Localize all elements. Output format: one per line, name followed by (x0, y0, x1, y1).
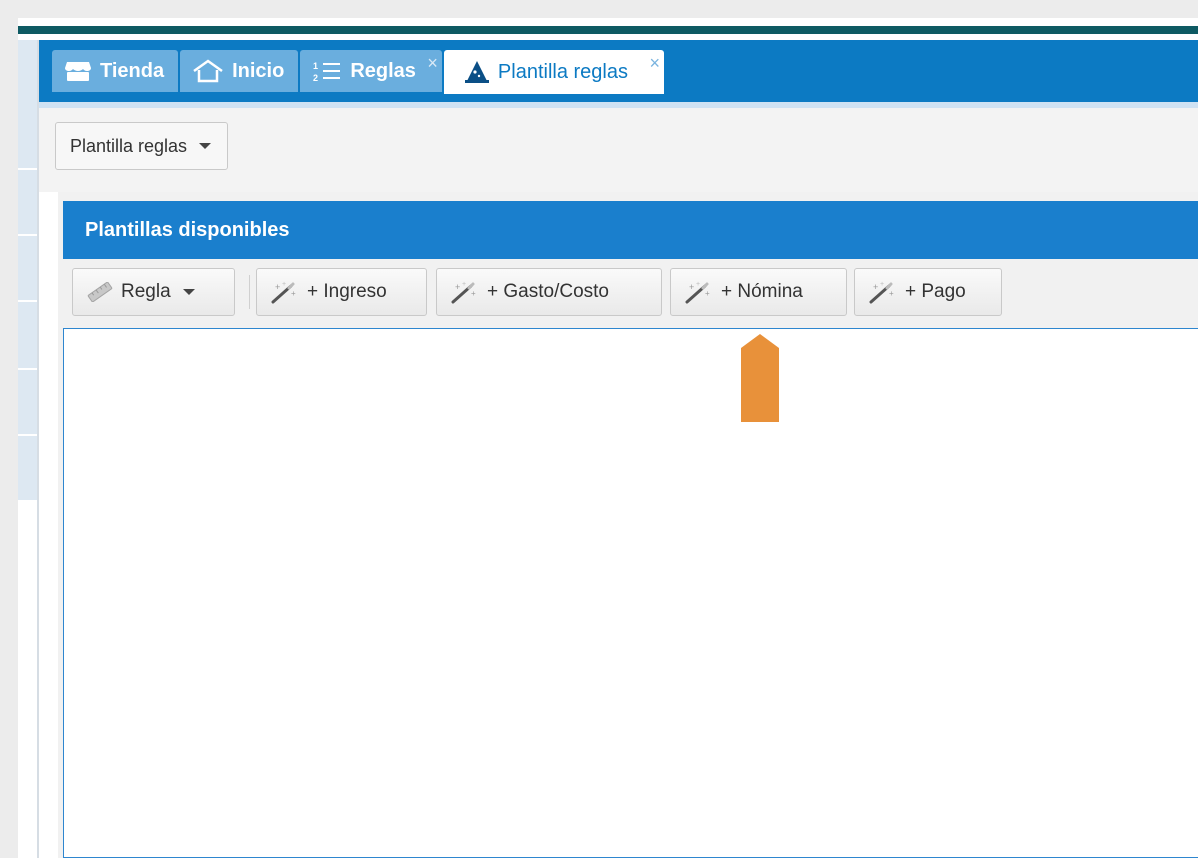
tab-bar: Tienda Inicio 1 2 Reglas × Plantilla reg… (39, 40, 1198, 108)
panel-toolbar: Regla + + + + Ingreso + + + + Gasto/Cost… (63, 259, 1198, 323)
store-icon (64, 59, 92, 83)
close-icon[interactable]: × (649, 54, 660, 72)
magic-wand-icon: + + + (683, 280, 715, 304)
button-label: + Gasto/Costo (487, 281, 609, 302)
control-row: Plantilla reglas (39, 108, 1198, 192)
top-border-line (18, 26, 1198, 34)
templates-content-area (63, 328, 1198, 858)
button-label: + Nómina (721, 281, 803, 302)
magic-wand-icon: + + + (449, 280, 481, 304)
svg-text:+: + (282, 281, 286, 288)
wizard-hat-icon (464, 60, 490, 84)
tab-plantilla-reglas[interactable]: Plantilla reglas × (443, 50, 664, 94)
tab-list: Tienda Inicio 1 2 Reglas × Plantilla reg… (52, 50, 666, 94)
annotation-arrow-up-icon (741, 334, 779, 422)
button-label: Regla (121, 281, 171, 302)
magic-wand-icon: + + + (867, 280, 899, 304)
tab-reglas[interactable]: 1 2 Reglas × (300, 50, 442, 92)
chevron-down-icon (199, 143, 212, 149)
template-selector-dropdown[interactable]: Plantilla reglas (55, 122, 229, 170)
add-nomina-button[interactable]: + + + + Nómina (670, 268, 847, 316)
svg-text:+: + (455, 282, 460, 292)
svg-text:2: 2 (313, 73, 318, 83)
numbered-list-icon: 1 2 (312, 59, 342, 83)
tab-label: Reglas (350, 59, 416, 82)
svg-text:+: + (291, 289, 296, 298)
home-icon (192, 59, 224, 83)
tab-label: Tienda (100, 59, 165, 82)
svg-text:+: + (873, 282, 878, 292)
svg-text:+: + (275, 282, 280, 292)
templates-panel: Plantillas disponibles Regla + + + + Ing… (58, 192, 1198, 858)
svg-text:+: + (689, 282, 694, 292)
tab-label: Inicio (232, 59, 285, 82)
sidebar-divider (18, 234, 37, 236)
svg-text:+: + (696, 281, 700, 288)
button-label: + Ingreso (307, 281, 387, 302)
svg-text:+: + (705, 289, 710, 298)
panel-title: Plantillas disponibles (63, 201, 1198, 259)
app-frame: Tienda Inicio 1 2 Reglas × Plantilla reg… (18, 18, 1198, 858)
sidebar-divider (18, 434, 37, 436)
magic-wand-icon: + + + (269, 280, 301, 304)
tab-label: Plantilla reglas (497, 60, 628, 83)
toolbar-separator (249, 275, 250, 309)
svg-text:+: + (462, 281, 466, 288)
add-gasto-costo-button[interactable]: + + + + Gasto/Costo (436, 268, 662, 316)
sidebar-divider (18, 368, 37, 370)
svg-text:1: 1 (313, 61, 318, 71)
tab-inicio[interactable]: Inicio (180, 50, 299, 92)
add-ingreso-button[interactable]: + + + + Ingreso (256, 268, 427, 316)
add-pago-button[interactable]: + + + + Pago (854, 268, 1002, 316)
close-icon[interactable]: × (427, 54, 438, 72)
tab-tienda[interactable]: Tienda (52, 50, 179, 92)
svg-text:+: + (889, 289, 894, 298)
sidebar-divider (18, 168, 37, 170)
svg-text:+: + (880, 281, 884, 288)
svg-text:+: + (471, 289, 476, 298)
dropdown-label: Plantilla reglas (70, 135, 188, 156)
sidebar-divider (18, 300, 37, 302)
regla-dropdown-button[interactable]: Regla (72, 268, 235, 316)
chevron-down-icon (182, 289, 195, 295)
ruler-icon (85, 282, 115, 302)
left-sidebar-strip (18, 40, 37, 500)
button-label: + Pago (905, 281, 966, 302)
